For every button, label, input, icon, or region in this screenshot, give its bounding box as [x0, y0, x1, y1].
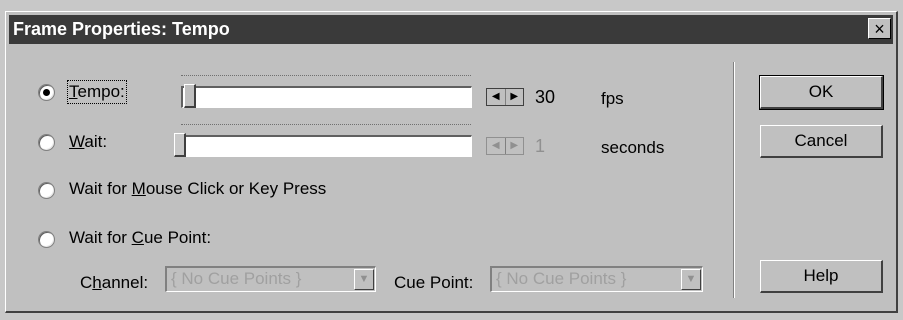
channel-value: { No Cue Points } — [171, 269, 302, 288]
mouse-mnemonic: M — [131, 179, 146, 198]
channel-dropdown[interactable]: { No Cue Points } ▼ — [165, 266, 376, 292]
cancel-button[interactable]: Cancel — [760, 125, 883, 158]
tempo-tick-marks — [181, 75, 471, 82]
spin-left-icon[interactable]: ◀ — [487, 89, 505, 105]
wait-label-mnemonic: W — [69, 132, 85, 151]
label-part: Cue Point: — [394, 273, 474, 292]
tempo-label-mnemonic: T — [69, 82, 78, 101]
cuepoint-label: Cue Point: — [394, 273, 473, 293]
tempo-slider-thumb[interactable] — [184, 84, 196, 108]
radio-wait[interactable] — [38, 134, 55, 151]
wait-tick-marks — [181, 124, 471, 131]
wait-mouse-click-label: Wait for Mouse Click or Key Press — [69, 179, 326, 199]
spin-right-icon[interactable]: ▶ — [504, 89, 524, 105]
close-icon[interactable]: × — [868, 18, 891, 39]
radio-wait-cue-point[interactable] — [38, 231, 55, 248]
wait-unit: seconds — [601, 138, 665, 157]
label-part: ue Point: — [143, 228, 212, 247]
wait-slider-thumb[interactable] — [174, 133, 186, 157]
label-part: annel: — [101, 273, 149, 292]
tempo-label-rest: empo: — [77, 82, 125, 101]
label-part: C — [80, 273, 93, 292]
cue-mnemonic: C — [131, 228, 144, 247]
radio-selected-dot — [43, 89, 50, 96]
ok-button[interactable]: OK — [759, 75, 884, 110]
wait-cue-point-label: Wait for Cue Point: — [69, 228, 211, 248]
wait-spinner[interactable]: ◀ ▶ — [486, 137, 524, 155]
wait-value: 1 — [535, 136, 546, 156]
chevron-down-icon[interactable]: ▼ — [681, 269, 701, 290]
tempo-label[interactable]: Tempo: — [67, 80, 127, 104]
label-part: ouse Click or Key Press — [145, 179, 327, 198]
tempo-spinner[interactable]: ◀ ▶ — [486, 88, 524, 106]
cuepoint-value: { No Cue Points } — [496, 269, 627, 288]
vertical-divider — [733, 62, 735, 298]
tempo-slider[interactable] — [181, 86, 472, 108]
window-title: Frame Properties: Tempo — [13, 19, 230, 39]
cuepoint-dropdown[interactable]: { No Cue Points } ▼ — [490, 266, 703, 292]
wait-label: Wait: — [69, 132, 107, 152]
channel-label: Channel: — [80, 273, 148, 293]
title-bar: Frame Properties: Tempo × — [9, 15, 893, 44]
tempo-value: 30 — [535, 87, 556, 107]
channel-mnemonic: h — [92, 273, 102, 292]
tempo-unit: fps — [601, 89, 624, 108]
label-part: Wait for — [69, 179, 132, 198]
spin-left-icon[interactable]: ◀ — [487, 138, 505, 154]
wait-label-rest: ait: — [84, 132, 108, 151]
spin-right-icon[interactable]: ▶ — [504, 138, 524, 154]
help-button[interactable]: Help — [760, 260, 883, 293]
chevron-down-icon[interactable]: ▼ — [354, 269, 374, 290]
label-part: Wait for — [69, 228, 132, 247]
wait-slider[interactable] — [181, 135, 472, 157]
radio-tempo[interactable] — [38, 84, 55, 101]
radio-wait-mouse-click[interactable] — [38, 182, 55, 199]
